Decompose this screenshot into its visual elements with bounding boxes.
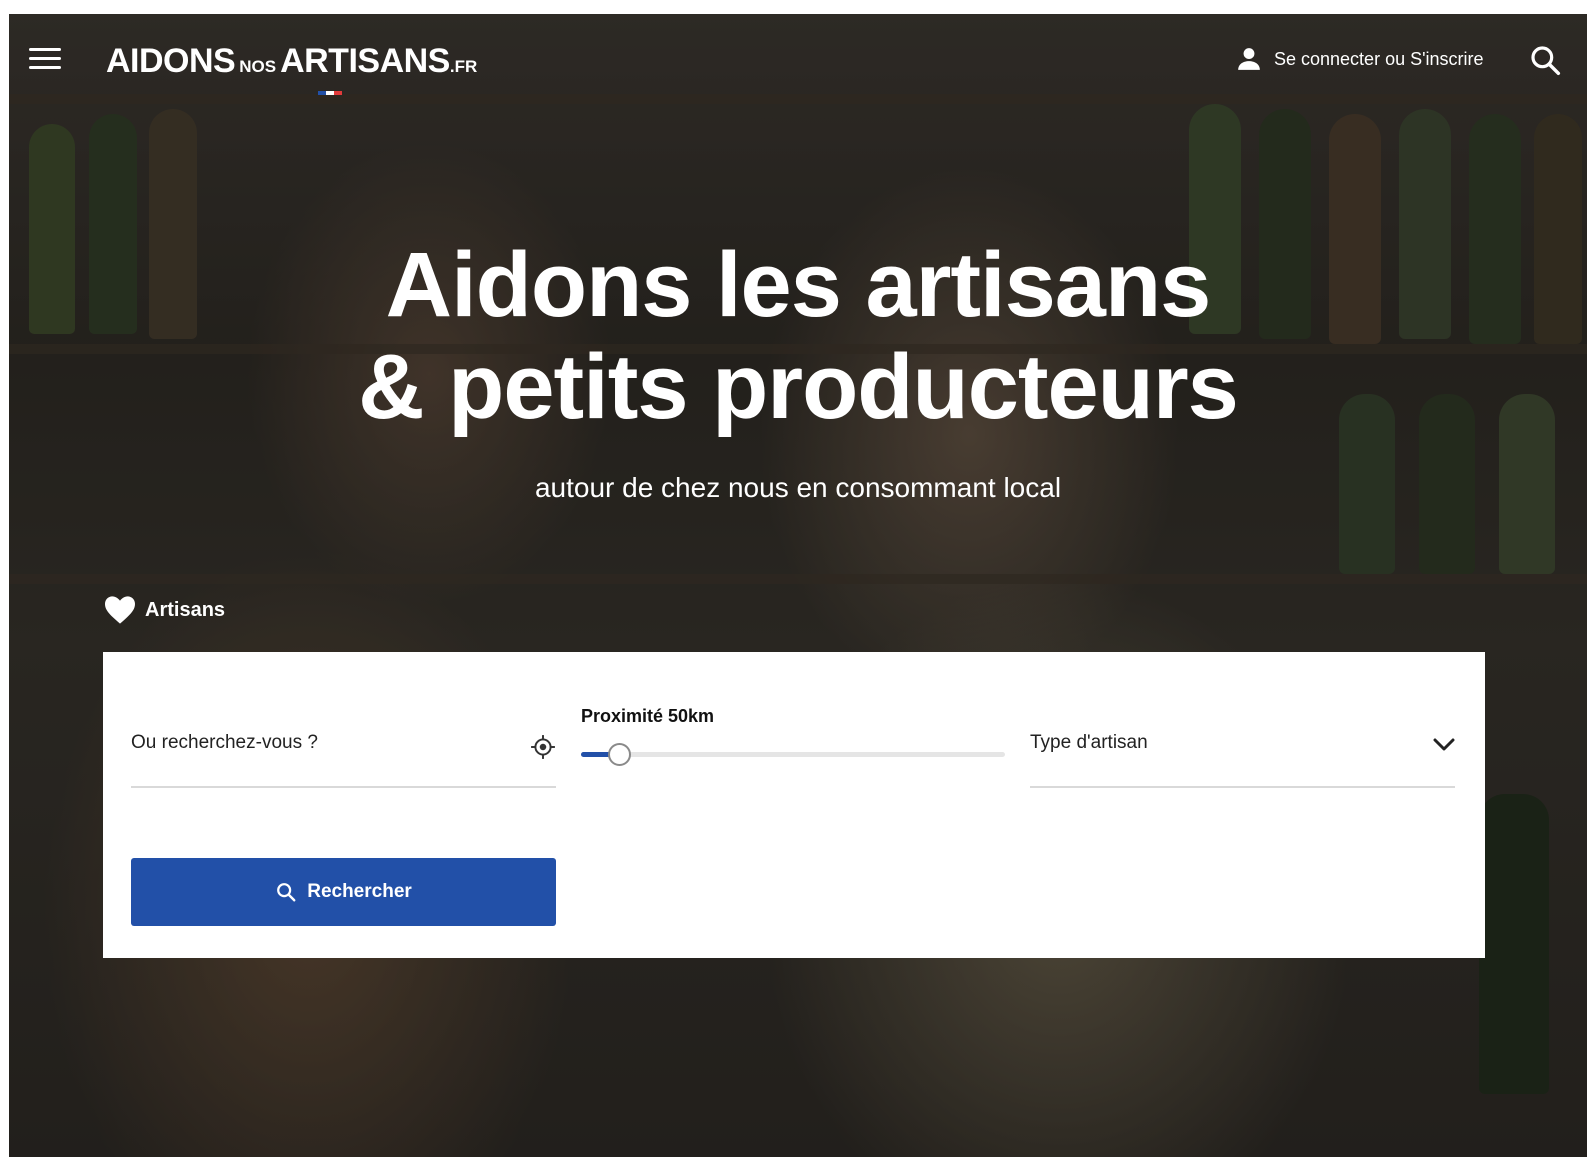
hero-title: Aidons les artisans & petits producteurs bbox=[9, 234, 1587, 438]
logo-word-nos: NOS bbox=[239, 57, 277, 76]
hero-background: AIDONS NOS ARTISANS.FR Se connecter ou S'i… bbox=[9, 14, 1587, 1157]
login-label: Se connecter ou S'inscrire bbox=[1274, 48, 1484, 69]
proximity-slider-group: Proximité 50km bbox=[581, 706, 1005, 766]
artisan-type-select[interactable]: Type d'artisan bbox=[1030, 704, 1455, 788]
proximity-label: Proximité 50km bbox=[581, 706, 715, 726]
logo-word-artisans: ARTISANS bbox=[280, 42, 450, 80]
artisan-type-placeholder: Type d'artisan bbox=[1030, 732, 1148, 753]
tab-artisans[interactable]: Artisans bbox=[103, 595, 225, 625]
location-input[interactable]: Ou recherchez-vous ? bbox=[131, 704, 556, 788]
proximity-slider-track[interactable] bbox=[581, 743, 1005, 766]
user-icon bbox=[1238, 48, 1260, 70]
menu-line bbox=[29, 57, 61, 60]
search-icon bbox=[277, 883, 296, 902]
search-icon[interactable] bbox=[1529, 44, 1561, 81]
geolocate-icon[interactable] bbox=[530, 734, 556, 760]
tab-artisans-label: Artisans bbox=[145, 598, 226, 621]
hamburger-menu-icon[interactable] bbox=[29, 48, 61, 72]
search-button-label: Rechercher bbox=[307, 881, 412, 902]
site-logo[interactable]: AIDONS NOS ARTISANS.FR bbox=[106, 42, 478, 95]
hero-title-line-1: Aidons les artisans bbox=[385, 234, 1212, 336]
login-link[interactable]: Se connecter ou S'inscrire bbox=[1236, 46, 1484, 72]
menu-line bbox=[29, 48, 61, 51]
hero-title-line-2: & petits producteurs bbox=[358, 336, 1239, 438]
search-card: Ou recherchez-vous ? Proximité 50km Type… bbox=[103, 652, 1485, 958]
hero-overlay bbox=[9, 14, 1587, 1157]
logo-flag bbox=[318, 91, 342, 95]
chevron-down-icon bbox=[1433, 738, 1455, 751]
location-placeholder: Ou recherchez-vous ? bbox=[131, 732, 318, 753]
search-button[interactable]: Rechercher bbox=[131, 858, 556, 926]
proximity-slider-handle[interactable] bbox=[608, 743, 631, 766]
menu-line bbox=[29, 66, 61, 69]
top-navigation: AIDONS NOS ARTISANS.FR Se connecter ou S'i… bbox=[9, 14, 1587, 104]
hero-subtitle: autour de chez nous en consommant local bbox=[534, 472, 1062, 503]
logo-tld: .FR bbox=[449, 57, 478, 76]
heart-icon bbox=[105, 596, 135, 624]
logo-word-aidons: AIDONS bbox=[106, 42, 236, 80]
